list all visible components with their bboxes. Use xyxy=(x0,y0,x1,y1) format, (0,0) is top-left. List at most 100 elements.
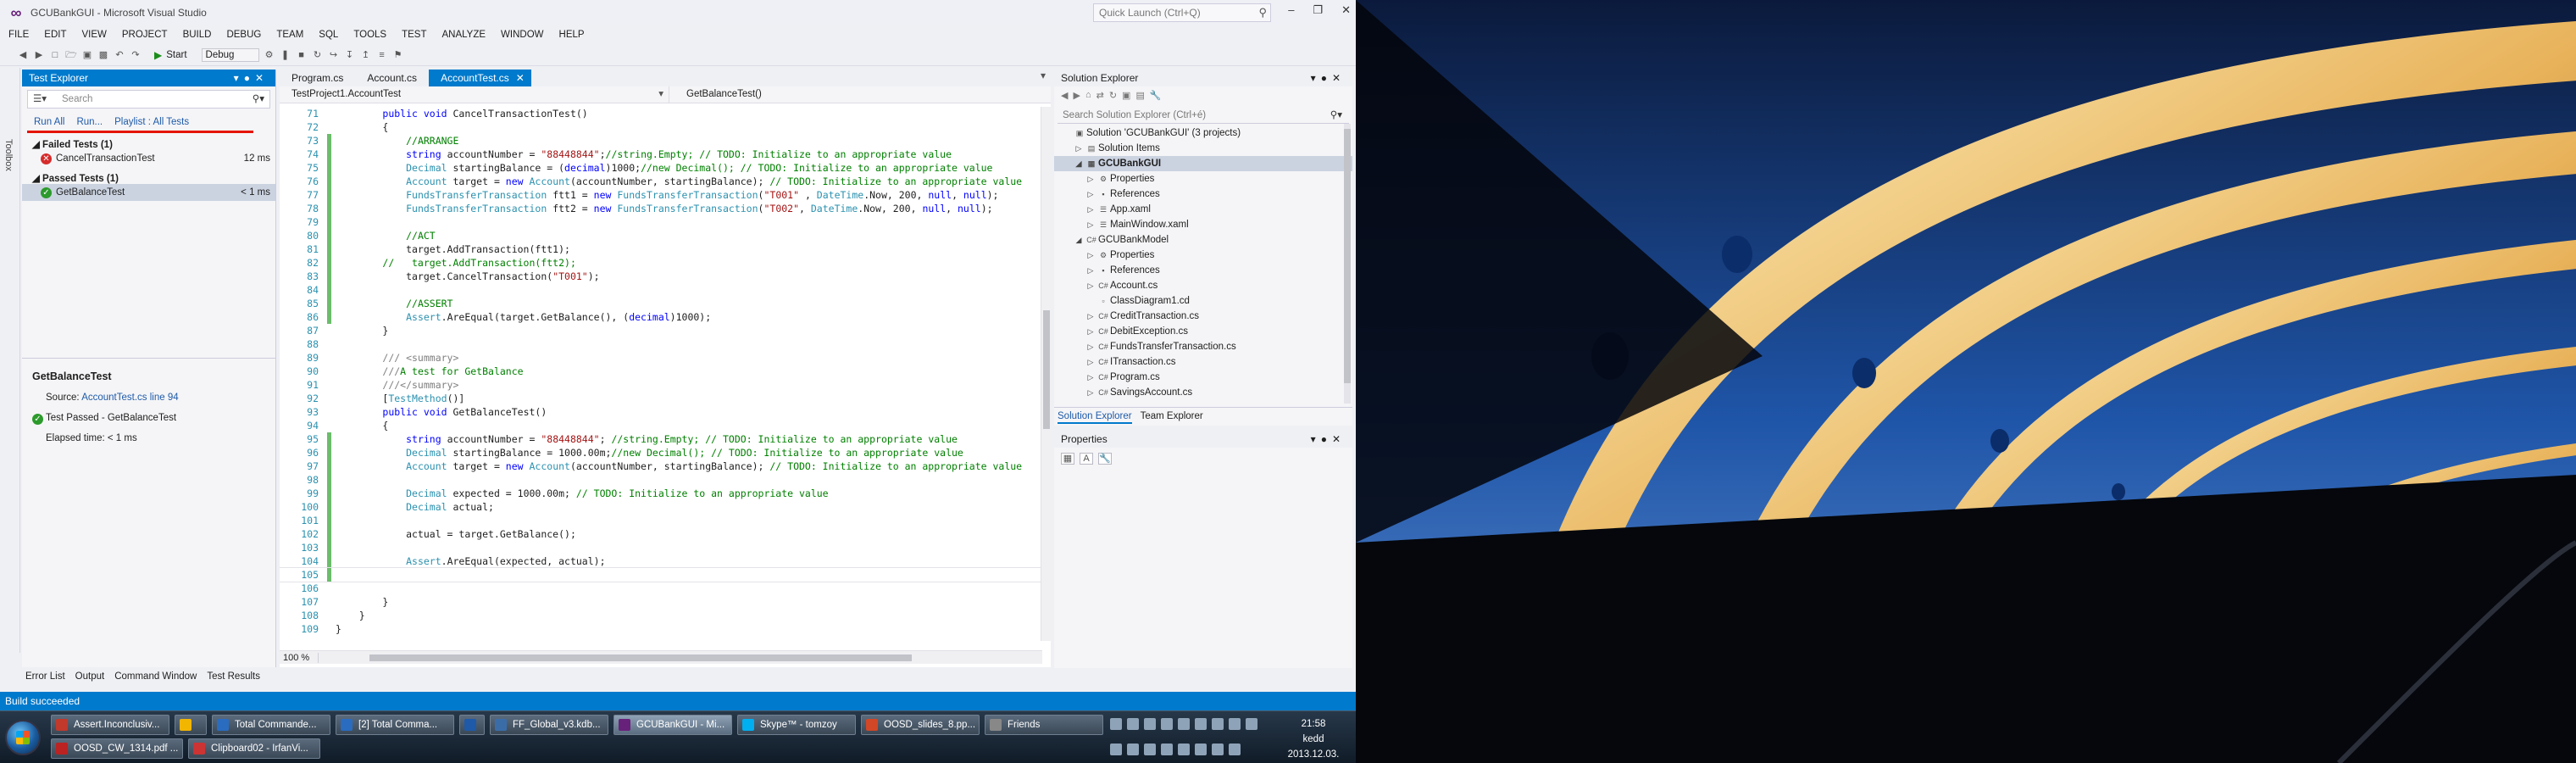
power-icon[interactable] xyxy=(1229,744,1241,755)
restart-icon[interactable]: ↻ xyxy=(312,49,324,61)
menu-edit[interactable]: EDIT xyxy=(44,30,66,40)
tree-item[interactable]: ◢ ▦ GCUBankGUI xyxy=(1054,156,1352,171)
save-icon[interactable]: ▣ xyxy=(81,49,93,61)
code-line[interactable]: 90 ///A test for GetBalance xyxy=(280,365,1042,378)
code-line[interactable]: 105 xyxy=(280,567,1042,582)
tree-item[interactable]: ▣ Solution 'GCUBankGUI' (3 projects) xyxy=(1054,125,1352,141)
code-line[interactable]: 72 { xyxy=(280,120,1042,134)
code-line[interactable]: 93 public void GetBalanceTest() xyxy=(280,405,1042,419)
tree-item[interactable]: ◢ C# GCUBankModel xyxy=(1054,232,1352,248)
taskbar-button[interactable]: Clipboard02 - IrfanVi... xyxy=(188,738,320,759)
code-line[interactable]: 98 xyxy=(280,473,1042,487)
menu-tools[interactable]: TOOLS xyxy=(353,30,386,40)
group-by-icon[interactable]: ☰▾ xyxy=(33,91,47,108)
solution-search-input[interactable]: Search Solution Explorer (Ctrl+é) ⚲▾ xyxy=(1058,107,1349,124)
horizontal-scroll-thumb[interactable] xyxy=(369,654,912,661)
tree-item[interactable]: ▫ ClassDiagram1.cd xyxy=(1054,293,1352,309)
code-line[interactable]: 74 string accountNumber = "88448844";//s… xyxy=(280,148,1042,161)
source-link[interactable]: AccountTest.cs line 94 xyxy=(81,393,178,403)
code-line[interactable]: 100 Decimal actual; xyxy=(280,500,1042,514)
code-line[interactable]: 86 Assert.AreEqual(target.GetBalance(), … xyxy=(280,310,1042,324)
expand-arrow-icon[interactable]: ▷ xyxy=(1085,263,1096,278)
menu-sql[interactable]: SQL xyxy=(319,30,338,40)
expand-arrow-icon[interactable]: ▷ xyxy=(1085,324,1096,339)
code-line[interactable]: 79 xyxy=(280,215,1042,229)
close-window-button[interactable]: ✕ xyxy=(1341,3,1351,17)
menu-build[interactable]: BUILD xyxy=(183,30,212,40)
taskbar-button[interactable]: Friends xyxy=(985,715,1103,735)
expand-arrow-icon[interactable]: ◢ xyxy=(1073,232,1085,248)
tray-app-icon[interactable] xyxy=(1178,718,1190,730)
tab-account-cs[interactable]: Account.cs xyxy=(355,70,429,86)
attach-icon[interactable]: ⚙ xyxy=(264,49,275,61)
tray-app-icon[interactable] xyxy=(1127,718,1139,730)
horizontal-scrollbar[interactable]: 100 % xyxy=(280,650,1042,664)
expand-arrow-icon[interactable]: ▷ xyxy=(1085,202,1096,217)
member-dropdown[interactable]: GetBalanceTest() xyxy=(669,86,1051,103)
code-area[interactable]: 71 public void CancelTransactionTest() 72… xyxy=(280,107,1042,641)
quick-launch-input[interactable]: Quick Launch (Ctrl+Q) ⚲ xyxy=(1093,3,1271,22)
home-icon[interactable]: ⌂ xyxy=(1085,90,1091,102)
tree-item[interactable]: ▷ ☰ MainWindow.xaml xyxy=(1054,217,1352,232)
code-line[interactable]: 91 ///</summary> xyxy=(280,378,1042,392)
tab-solution-explorer[interactable]: Solution Explorer xyxy=(1058,408,1132,424)
run-dropdown-link[interactable]: Run... xyxy=(76,117,103,127)
forward-icon[interactable]: ▶ xyxy=(1073,90,1080,102)
expand-arrow-icon[interactable]: ▷ xyxy=(1085,248,1096,263)
tab-test-results[interactable]: Test Results xyxy=(207,668,260,685)
close-tab-icon[interactable]: ✕ xyxy=(516,70,525,86)
restore-button[interactable]: ❐ xyxy=(1313,3,1323,17)
menu-test[interactable]: TEST xyxy=(402,30,426,40)
code-line[interactable]: 101 xyxy=(280,514,1042,527)
taskbar-button[interactable]: [2] Total Comma... xyxy=(336,715,454,735)
scroll-thumb[interactable] xyxy=(1043,310,1050,429)
tray-app-icon[interactable] xyxy=(1178,744,1190,755)
taskbar-button[interactable]: OOSD_CW_1314.pdf ... xyxy=(51,738,183,759)
expand-arrow-icon[interactable]: ▷ xyxy=(1085,309,1096,324)
code-line[interactable]: 108 } xyxy=(280,609,1042,622)
code-line[interactable]: 83 target.CancelTransaction("T001"); xyxy=(280,270,1042,283)
start-button[interactable] xyxy=(5,720,41,755)
tree-item[interactable]: ▷ ☰ App.xaml xyxy=(1054,202,1352,217)
code-line[interactable]: 71 public void CancelTransactionTest() xyxy=(280,107,1042,120)
failed-test-item[interactable]: ✕ CancelTransactionTest 12 ms xyxy=(22,150,275,167)
property-pages-icon[interactable]: 🔧 xyxy=(1098,453,1112,465)
tree-item[interactable]: ▷ C# CreditTransaction.cs xyxy=(1054,309,1352,324)
tree-item[interactable]: ▷ C# DebitException.cs xyxy=(1054,324,1352,339)
network-icon[interactable] xyxy=(1212,744,1224,755)
passed-test-item[interactable]: ✓ GetBalanceTest < 1 ms xyxy=(22,184,275,201)
code-line[interactable]: 77 FundsTransferTransaction ftt1 = new F… xyxy=(280,188,1042,202)
tab-overflow-icon[interactable]: ▾ xyxy=(1035,70,1051,86)
tray-app-icon[interactable] xyxy=(1229,718,1241,730)
categorized-icon[interactable]: ▦ xyxy=(1061,453,1074,465)
taskbar-button[interactable]: Total Commande... xyxy=(212,715,330,735)
expand-arrow-icon[interactable]: ▷ xyxy=(1073,141,1085,156)
taskbar-button[interactable]: Skype™ - tomzoy xyxy=(737,715,856,735)
expand-arrow-icon[interactable]: ▷ xyxy=(1085,187,1096,202)
code-line[interactable]: 82 // target.AddTransaction(ftt2); xyxy=(280,256,1042,270)
menu-project[interactable]: PROJECT xyxy=(122,30,168,40)
solution-scrollbar[interactable] xyxy=(1344,124,1351,404)
pin-icon[interactable]: ▾●✕ xyxy=(234,70,269,86)
volume-icon[interactable] xyxy=(1195,744,1207,755)
code-line[interactable]: 104 Assert.AreEqual(expected, actual); xyxy=(280,554,1042,568)
code-line[interactable]: 76 Account target = new Account(accountN… xyxy=(280,175,1042,188)
vertical-scrollbar[interactable] xyxy=(1041,107,1051,641)
menu-help[interactable]: HELP xyxy=(559,30,585,40)
menu-window[interactable]: WINDOW xyxy=(501,30,543,40)
taskbar-button[interactable]: Assert.Inconclusiv... xyxy=(51,715,169,735)
tray-app-icon[interactable] xyxy=(1195,718,1207,730)
sync-icon[interactable]: ⇄ xyxy=(1096,90,1104,102)
passed-tests-group[interactable]: ◢ Passed Tests (1) xyxy=(22,167,275,184)
type-dropdown[interactable]: TestProject1.AccountTest ▾ xyxy=(280,86,669,103)
minimize-button[interactable]: – xyxy=(1288,3,1294,17)
tab-command-window[interactable]: Command Window xyxy=(114,668,197,685)
taskbar-button[interactable] xyxy=(459,715,485,735)
taskbar-button[interactable] xyxy=(175,715,207,735)
code-line[interactable]: 73 //ARRANGE xyxy=(280,134,1042,148)
tree-item[interactable]: ▷ C# FundsTransferTransaction.cs xyxy=(1054,339,1352,354)
tree-item[interactable]: ▷ C# ITransaction.cs xyxy=(1054,354,1352,370)
back-icon[interactable]: ◀ xyxy=(17,49,29,61)
taskbar-button[interactable]: GCUBankGUI - Mi... xyxy=(613,715,732,735)
pin-icon[interactable]: ▾●✕ xyxy=(1311,431,1346,448)
